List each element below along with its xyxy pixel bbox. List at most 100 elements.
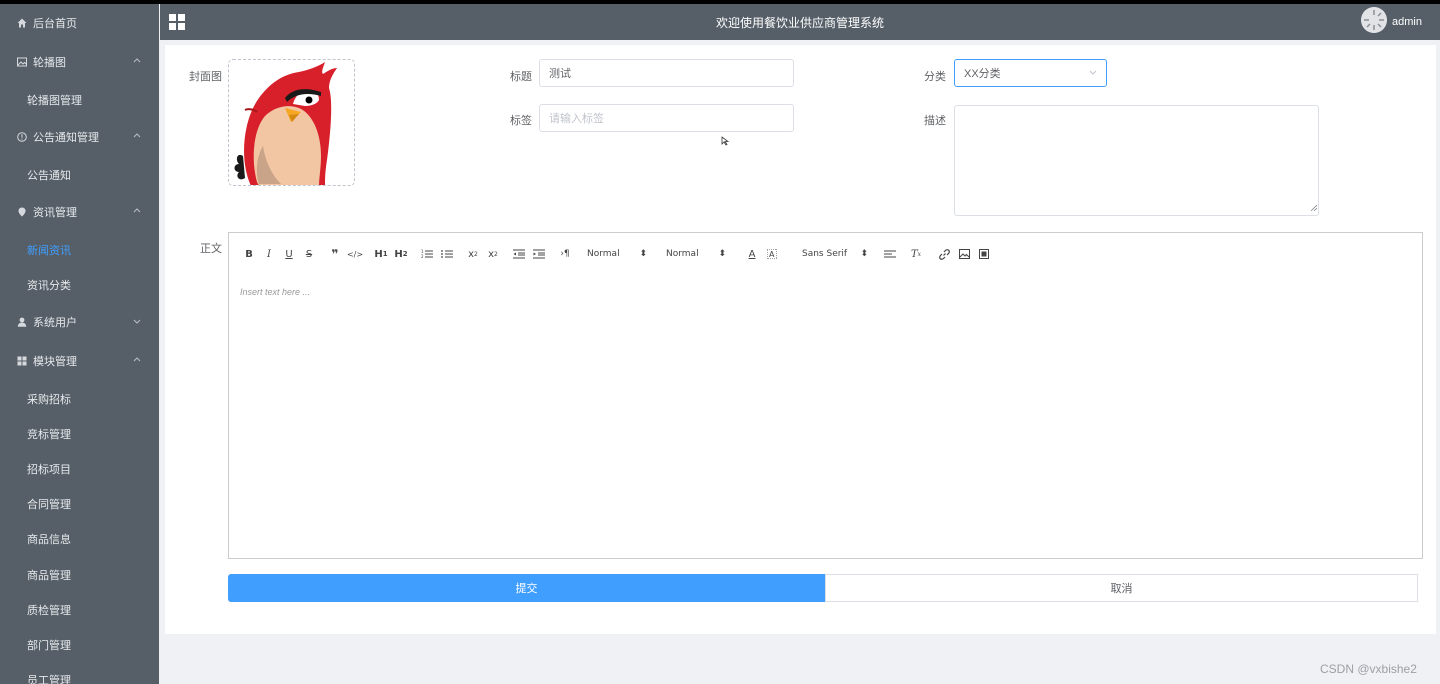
submit-button[interactable]: 提交 [228,574,825,602]
ordered-list-icon[interactable]: 12 [417,245,437,263]
user-icon [17,317,27,327]
bold-icon[interactable]: B [239,245,259,263]
sidebar-item-label: 资讯管理 [33,207,77,219]
updown-arrow-icon: ⬍ [718,249,726,259]
underline-icon[interactable]: U [279,245,299,263]
header-1-icon[interactable]: H1 [371,245,391,263]
resize-handle-icon[interactable] [1310,202,1318,214]
sidebar-subitem-news-category[interactable]: 资讯分类 [0,271,159,299]
cancel-button[interactable]: 取消 [825,574,1418,602]
clear-format-icon[interactable]: Tx [906,245,926,263]
sidebar-item-label: 质检管理 [27,605,71,617]
sidebar: 后台首页 轮播图 轮播图管理 公告通知管理 公告通知 资讯管理 新闻资讯 资讯分… [0,4,159,684]
sidebar-item-label: 采购招标 [27,394,71,406]
sidebar-subitem-employee[interactable]: 员工管理 [0,666,159,684]
blockquote-icon[interactable]: ❞ [325,245,345,263]
outdent-icon[interactable] [509,245,529,263]
strike-icon[interactable]: S [299,245,319,263]
sidebar-item-label: 招标项目 [27,464,71,476]
sidebar-subitem-news[interactable]: 新闻资讯 [0,236,159,264]
chevron-up-icon [133,355,143,365]
sidebar-item-label: 后台首页 [33,18,77,30]
description-label: 描述 [924,115,946,127]
video-insert-icon[interactable] [974,245,994,263]
link-icon[interactable] [934,245,954,263]
superscript-icon[interactable]: x2 [483,245,503,263]
editor-placeholder: Insert text here ... [240,287,311,297]
sidebar-subitem-contract[interactable]: 合同管理 [0,490,159,518]
editor-content[interactable]: Insert text here ... [229,279,1422,557]
grid-icon [17,356,27,366]
description-textarea[interactable] [954,105,1319,216]
tags-label: 标签 [510,115,532,127]
sidebar-item-label: 竞标管理 [27,429,71,441]
sidebar-subitem-department[interactable]: 部门管理 [0,631,159,659]
sidebar-item-notice-manage[interactable]: 公告通知管理 [0,122,159,152]
title-input[interactable]: 测试 [539,59,794,87]
sidebar-item-label: 部门管理 [27,640,71,652]
editor-toolbar: B I U S ❞ </> H1 H2 12 x2 x2 ›¶ Normal ⬍ … [229,233,1422,275]
image-insert-icon[interactable] [954,245,974,263]
chevron-up-icon [133,206,143,216]
sidebar-subitem-product-manage[interactable]: 商品管理 [0,561,159,589]
sidebar-item-carousel[interactable]: 轮播图 [0,47,159,77]
sidebar-item-module-manage[interactable]: 模块管理 [0,346,159,376]
sidebar-subitem-notice[interactable]: 公告通知 [0,161,159,189]
code-block-icon[interactable]: </> [345,245,365,263]
sidebar-item-label: 轮播图 [33,57,66,69]
header-select-value: Normal [587,249,620,259]
updown-arrow-icon: ⬍ [860,249,868,259]
avatar[interactable] [1361,7,1387,33]
username[interactable]: admin [1392,16,1422,28]
sidebar-subitem-quality[interactable]: 质检管理 [0,596,159,624]
rich-text-editor: B I U S ❞ </> H1 H2 12 x2 x2 ›¶ Normal ⬍ … [228,232,1423,559]
sidebar-item-label: 商品信息 [27,534,71,546]
sidebar-subitem-tender-project[interactable]: 招标项目 [0,455,159,483]
svg-text:2: 2 [421,254,424,259]
sidebar-item-news-manage[interactable]: 资讯管理 [0,197,159,227]
sidebar-item-label: 系统用户 [33,317,77,329]
category-select-value: XX分类 [964,68,1001,80]
text-color-icon[interactable]: A [742,245,762,263]
sidebar-subitem-product-info[interactable]: 商品信息 [0,525,159,553]
align-icon[interactable] [880,245,900,263]
sidebar-item-system-users[interactable]: 系统用户 [0,307,159,337]
image-icon [17,57,27,67]
top-header: 欢迎使用餐饮业供应商管理系统 admin [160,4,1440,40]
svg-text:A: A [769,250,775,259]
sidebar-item-label: 轮播图管理 [27,95,82,107]
header-select[interactable]: Normal ⬍ [583,245,651,263]
location-icon [17,207,27,217]
sidebar-subitem-carousel-manage[interactable]: 轮播图管理 [0,86,159,114]
sidebar-item-home[interactable]: 后台首页 [0,8,159,38]
background-color-icon[interactable]: A [762,245,782,263]
submit-button-label: 提交 [515,583,538,595]
title-input-value: 测试 [549,68,571,80]
sidebar-item-label: 员工管理 [27,675,71,684]
sidebar-item-label: 新闻资讯 [27,245,71,257]
sidebar-item-label: 公告通知管理 [33,132,99,144]
bullet-list-icon[interactable] [437,245,457,263]
text-direction-icon[interactable]: ›¶ [555,245,575,263]
font-select[interactable]: Sans Serif ⬍ [798,245,872,263]
tags-input-placeholder: 请输入标签 [549,113,604,125]
angry-bird-image [234,62,337,185]
indent-icon[interactable] [529,245,549,263]
watermark: CSDN @vxbishe2 [1320,662,1417,676]
size-select-value: Normal [666,249,699,259]
tags-input[interactable]: 请输入标签 [539,104,794,132]
sidebar-subitem-bidding[interactable]: 竞标管理 [0,420,159,448]
sidebar-item-label: 资讯分类 [27,280,71,292]
header-2-icon[interactable]: H2 [391,245,411,263]
size-select[interactable]: Normal ⬍ [662,245,730,263]
category-select[interactable]: XX分类 [954,59,1107,87]
subscript-icon[interactable]: x2 [463,245,483,263]
sidebar-subitem-procurement[interactable]: 采购招标 [0,385,159,413]
cover-label: 封面图 [189,71,222,83]
cover-image-upload[interactable] [228,59,355,186]
category-label: 分类 [924,71,946,83]
home-icon [17,18,27,28]
italic-icon[interactable]: I [259,245,279,263]
updown-arrow-icon: ⬍ [639,249,647,259]
info-icon [17,132,27,142]
